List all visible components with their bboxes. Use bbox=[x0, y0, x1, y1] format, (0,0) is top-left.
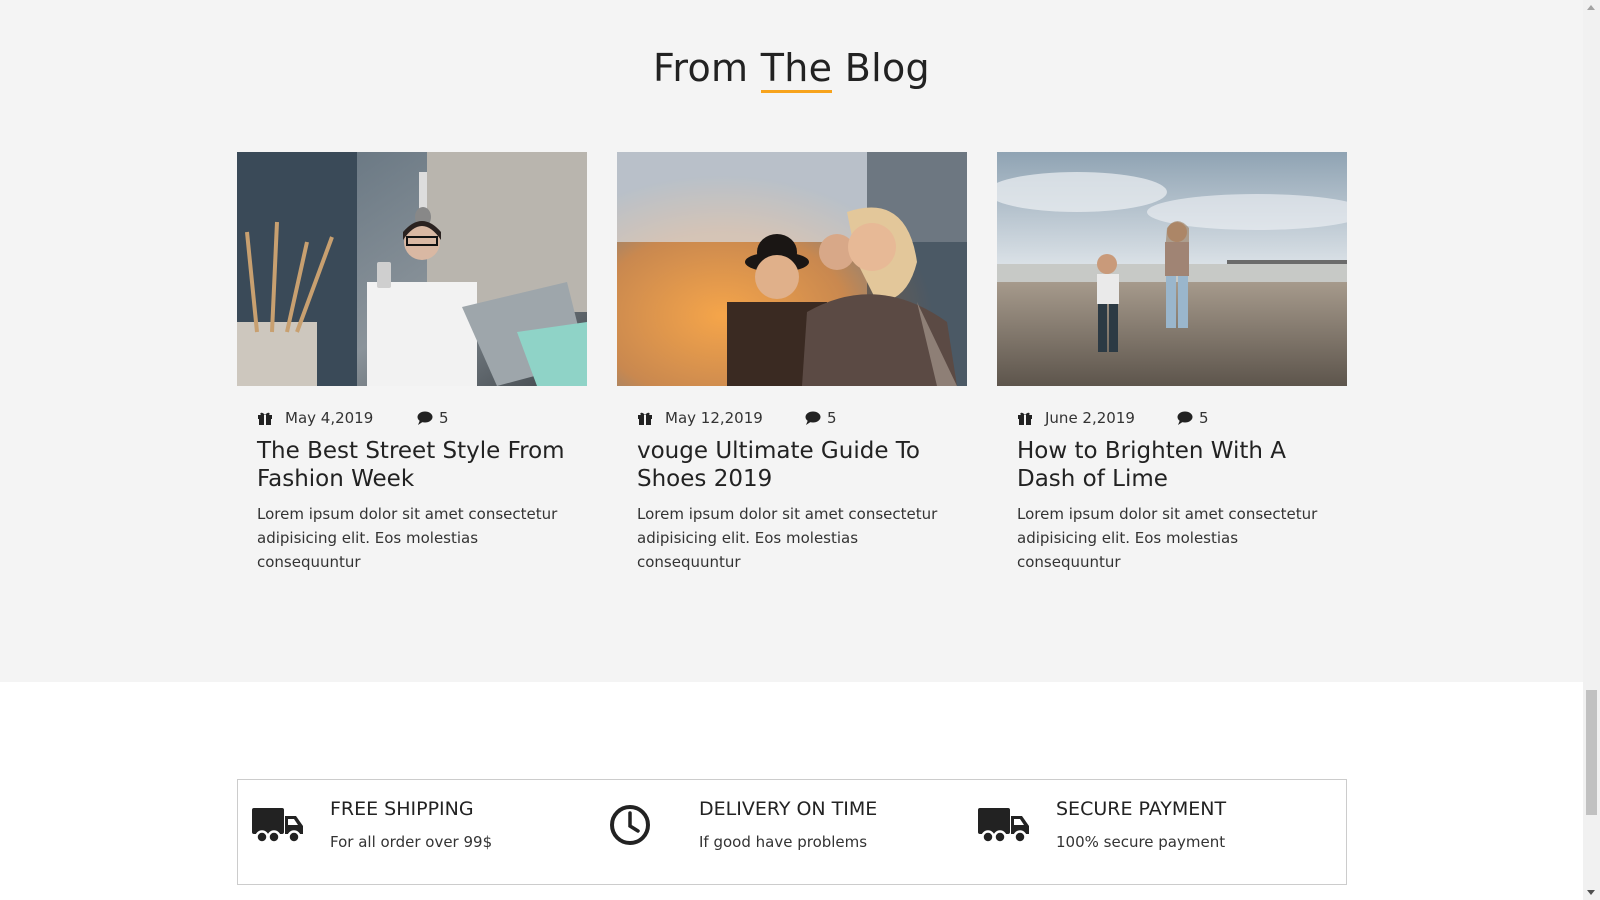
post-excerpt: Lorem ipsum dolor sit amet consectetur a… bbox=[1017, 505, 1318, 571]
feature-item: FREE SHIPPING For all order over 99$ bbox=[238, 780, 607, 884]
post-title[interactable]: How to Brighten With A Dash of Lime bbox=[1017, 437, 1337, 493]
gift-icon bbox=[637, 410, 653, 426]
feature-title: FREE SHIPPING bbox=[330, 798, 474, 820]
comment-count: 5 bbox=[1199, 409, 1209, 427]
gift-icon bbox=[1017, 410, 1033, 426]
truck-icon bbox=[978, 806, 1030, 850]
post-excerpt: Lorem ipsum dolor sit amet consectetur a… bbox=[637, 505, 938, 571]
feature-title: DELIVERY ON TIME bbox=[699, 798, 878, 820]
comment-count: 5 bbox=[827, 409, 837, 427]
post-meta: June 2,2019 5 bbox=[1017, 409, 1209, 427]
post-date: June 2,2019 bbox=[1045, 409, 1135, 427]
features-bar: FREE SHIPPING For all order over 99$ DEL… bbox=[237, 779, 1347, 885]
vertical-scrollbar[interactable] bbox=[1583, 0, 1600, 900]
scroll-down-icon[interactable] bbox=[1587, 890, 1595, 895]
feature-item: SECURE PAYMENT 100% secure payment bbox=[976, 780, 1346, 884]
blog-image[interactable] bbox=[997, 152, 1347, 386]
post-date: May 4,2019 bbox=[285, 409, 374, 427]
blog-section: From The Blog May 4,2019 5 The Best Stre… bbox=[0, 0, 1583, 682]
feature-subtitle: For all order over 99$ bbox=[330, 833, 493, 851]
scroll-up-icon[interactable] bbox=[1587, 5, 1595, 10]
section-title: From The Blog bbox=[0, 46, 1583, 93]
truck-icon bbox=[252, 806, 304, 850]
post-title[interactable]: vouge Ultimate Guide To Shoes 2019 bbox=[637, 437, 957, 493]
gift-icon bbox=[257, 410, 273, 426]
blog-card[interactable]: June 2,2019 5 How to Brighten With A Das… bbox=[997, 152, 1347, 571]
feature-subtitle: 100% secure payment bbox=[1056, 833, 1226, 851]
clock-icon bbox=[609, 804, 651, 850]
comment-count: 5 bbox=[439, 409, 449, 427]
blog-card[interactable]: May 4,2019 5 The Best Street Style From … bbox=[237, 152, 587, 571]
comment-icon bbox=[1177, 410, 1193, 426]
title-highlight: The bbox=[760, 46, 833, 93]
post-excerpt: Lorem ipsum dolor sit amet consectetur a… bbox=[257, 505, 558, 571]
feature-title: SECURE PAYMENT bbox=[1056, 798, 1227, 820]
feature-item: DELIVERY ON TIME If good have problems bbox=[607, 780, 976, 884]
comment-icon bbox=[805, 410, 821, 426]
post-title[interactable]: The Best Street Style From Fashion Week bbox=[257, 437, 577, 493]
title-word-1: From bbox=[653, 46, 749, 90]
blog-card[interactable]: May 12,2019 5 vouge Ultimate Guide To Sh… bbox=[617, 152, 967, 571]
scrollbar-thumb[interactable] bbox=[1586, 690, 1597, 815]
post-date: May 12,2019 bbox=[665, 409, 763, 427]
post-meta: May 12,2019 5 bbox=[637, 409, 837, 427]
blog-image[interactable] bbox=[617, 152, 967, 386]
feature-subtitle: If good have problems bbox=[699, 833, 868, 851]
blog-image[interactable] bbox=[237, 152, 587, 386]
comment-icon bbox=[417, 410, 433, 426]
title-word-3: Blog bbox=[844, 46, 930, 90]
post-meta: May 4,2019 5 bbox=[257, 409, 449, 427]
